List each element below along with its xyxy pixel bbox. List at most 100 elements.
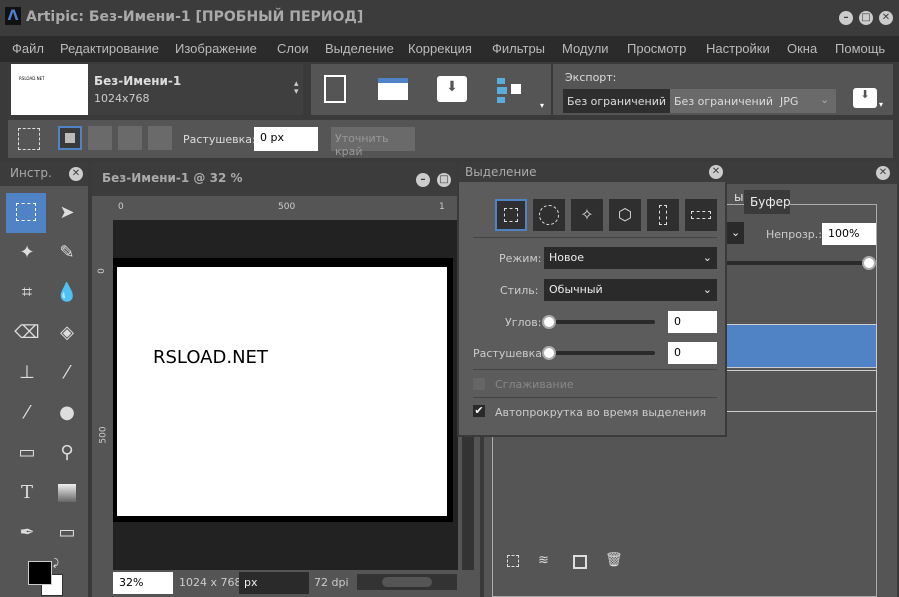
export-more-icon[interactable]: ▾ [879, 100, 883, 109]
opacity-label: Непрозр.: [766, 228, 822, 241]
antialias-checkbox[interactable] [473, 378, 485, 390]
move-tool-icon[interactable]: ➤ [50, 196, 84, 230]
layer-item-selected[interactable] [726, 324, 877, 368]
tab-buffer[interactable]: Буфер [744, 190, 791, 214]
shape-freeform-icon[interactable]: ✧ [571, 199, 603, 231]
unit-select[interactable]: px [239, 572, 309, 594]
doc-minimize-icon[interactable]: – [416, 173, 430, 187]
healing-icon[interactable]: ⁄ [50, 356, 84, 390]
menu-bar: Файл Редактирование Изображение Слои Выд… [0, 36, 899, 62]
fill-icon[interactable]: ◈ [50, 316, 84, 350]
trash-icon[interactable]: 🗑 [605, 552, 623, 568]
magic-wand-icon[interactable]: ✦ [10, 236, 44, 270]
stamp-icon[interactable]: ⊥ [10, 356, 44, 390]
shape-polygon-icon[interactable]: ⬡ [609, 199, 641, 231]
crop-icon[interactable]: ⌗ [10, 276, 44, 310]
mode-add-icon[interactable] [88, 126, 112, 150]
gradient-rect-icon[interactable]: ▭ [10, 436, 44, 470]
menu-image[interactable]: Изображение [175, 41, 257, 56]
ruler-h-500: 500 [278, 202, 296, 212]
menu-help[interactable]: Помощь [835, 41, 885, 56]
shape-column-icon[interactable] [647, 199, 679, 231]
mode-select[interactable]: Новое ⌄ [544, 247, 717, 269]
refine-edge-button[interactable]: Уточнить край [331, 127, 415, 158]
canvas-area[interactable]: RSLOAD.NET [113, 220, 458, 570]
shape-row-icon[interactable] [685, 199, 717, 231]
open-folder-icon[interactable] [378, 78, 408, 100]
tools-panel: Инстр. ✕ ➤ ✦ ✎ ⌗ 💧 ⌫ ◈ ⊥ ⁄ ⁄ ● ▭ ⚲ T ✒ ▭… [0, 162, 88, 597]
menu-file[interactable]: Файл [12, 41, 44, 56]
document-switch-icon[interactable]: ▴ ▾ [294, 80, 299, 97]
pen-icon[interactable]: ✒ [10, 516, 44, 550]
mode-intersect-icon[interactable] [148, 126, 172, 150]
gradient-icon[interactable] [50, 476, 84, 510]
text-tool-icon[interactable]: T [10, 476, 44, 510]
corners-input[interactable]: 0 [668, 311, 717, 333]
new-layer-icon[interactable]: ≋ [538, 553, 549, 568]
shape-rect-icon[interactable] [495, 199, 527, 231]
close-button[interactable]: ✕ [879, 11, 893, 25]
more-icon[interactable]: ▾ [540, 101, 544, 110]
tools-close-icon[interactable]: ✕ [69, 167, 83, 181]
feather-dialog-input[interactable]: 0 [668, 342, 717, 364]
blur-icon[interactable]: ● [50, 396, 84, 430]
menu-edit[interactable]: Редактирование [60, 41, 159, 56]
zoom-input[interactable]: 32% [113, 572, 173, 594]
eyedropper-icon[interactable]: ⁄ [10, 396, 44, 430]
mask-icon[interactable] [573, 555, 587, 569]
export-label: Экспорт: [565, 71, 617, 84]
selection-dialog-title: Выделение [465, 165, 537, 179]
autoscroll-checkbox[interactable]: ✔ [473, 405, 485, 417]
arrange-icon[interactable] [497, 78, 525, 104]
maximize-button[interactable]: □ [859, 11, 873, 25]
layers-close-icon[interactable]: ✕ [876, 166, 890, 180]
image-canvas[interactable]: RSLOAD.NET [117, 267, 447, 516]
minimize-button[interactable]: – [839, 11, 853, 25]
menu-windows[interactable]: Окна [787, 41, 817, 56]
eraser-icon[interactable]: ⌫ [10, 316, 44, 350]
selection-layer-icon[interactable] [507, 555, 519, 567]
style-select[interactable]: Обычный ⌄ [544, 279, 717, 301]
document-size: 1024x768 [94, 92, 150, 105]
doc-restore-icon[interactable]: □ [437, 173, 451, 187]
new-file-icon[interactable] [324, 75, 346, 103]
menu-adjust[interactable]: Коррекция [408, 41, 472, 56]
export-save-icon[interactable]: ⬇ [853, 88, 877, 108]
mode-subtract-icon[interactable] [118, 126, 142, 150]
swap-colors-icon[interactable]: ⤸ [53, 558, 59, 569]
rect-select-option-icon [18, 128, 40, 150]
menu-modules[interactable]: Модули [562, 41, 609, 56]
foreground-color-swatch[interactable] [28, 561, 52, 585]
menu-view[interactable]: Просмотр [627, 41, 686, 56]
menu-layers[interactable]: Слои [277, 41, 309, 56]
feather-slider[interactable] [547, 351, 655, 355]
rect-select-tool[interactable] [6, 193, 46, 233]
corners-slider[interactable] [547, 320, 655, 324]
drop-icon[interactable]: 💧 [50, 276, 84, 310]
feather-slider-knob[interactable] [542, 346, 556, 360]
export-width-field[interactable]: Без ограничений [563, 89, 670, 113]
tab-partial[interactable]: ы [734, 190, 743, 204]
shape-ellipse-icon[interactable] [533, 199, 565, 231]
horizontal-scrollbar[interactable] [357, 574, 457, 590]
zoom-icon[interactable]: ⚲ [50, 436, 84, 470]
opacity-slider[interactable] [726, 261, 866, 265]
opacity-input[interactable]: 100% [822, 223, 876, 245]
opacity-slider-knob[interactable] [862, 256, 876, 270]
document-thumbnail[interactable]: RSLOAD.NET [11, 64, 88, 115]
save-icon[interactable]: ⬇ [437, 76, 467, 102]
corners-slider-knob[interactable] [542, 315, 556, 329]
feather-input[interactable]: 0 px [254, 127, 318, 151]
menu-select[interactable]: Выделение [325, 41, 394, 56]
export-format-select[interactable]: JPG [780, 95, 798, 108]
menu-filters[interactable]: Фильтры [492, 41, 545, 56]
export-height-field[interactable]: Без ограничений JPG ⌄ [670, 89, 836, 113]
selection-dialog-close-icon[interactable]: ✕ [709, 165, 723, 179]
blend-mode-select[interactable]: ⌄ [726, 222, 744, 244]
mode-new-icon[interactable] [58, 126, 82, 150]
shape-icon[interactable]: ▭ [50, 516, 84, 550]
menu-settings[interactable]: Настройки [706, 41, 770, 56]
layer-item[interactable] [726, 370, 877, 412]
brush-icon[interactable]: ✎ [50, 236, 84, 270]
document-selector[interactable]: Без-Имени-1 1024x768 ▴ ▾ [88, 64, 303, 115]
